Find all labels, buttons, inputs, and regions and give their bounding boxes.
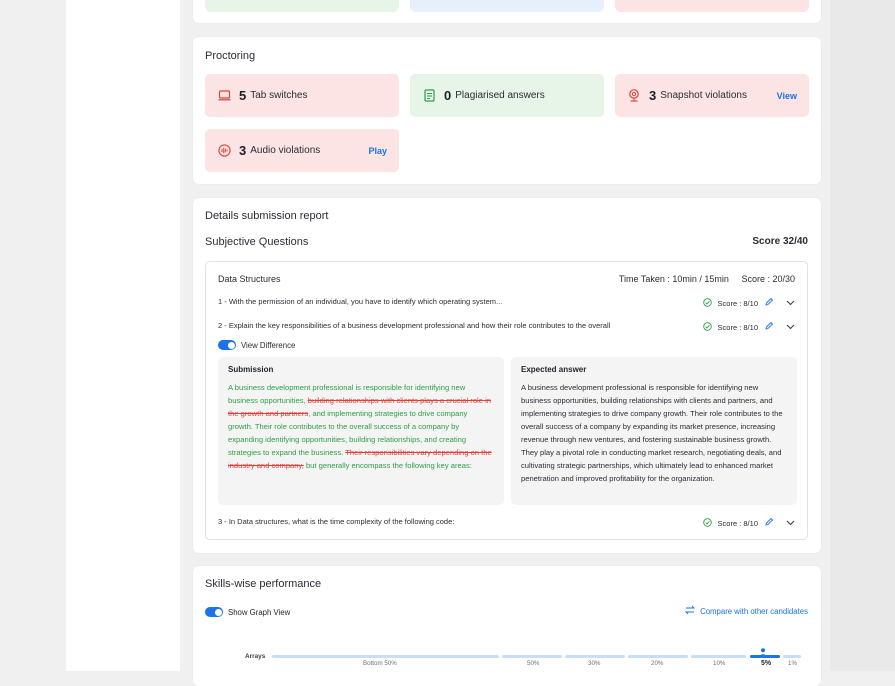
chevron-down-icon[interactable]: [786, 323, 795, 332]
topic-name: Data Structures: [218, 274, 281, 284]
skill-row-label: Arrays: [245, 653, 266, 660]
topic-panel: Data Structures Time Taken : 10min / 15m…: [205, 261, 808, 540]
laptop-icon: [217, 89, 231, 103]
expected-answer-box: Expected answer A business development p…: [511, 357, 797, 505]
proctoring-title: Proctoring: [205, 50, 256, 62]
view-difference-row: View Difference: [218, 340, 795, 350]
tab-switches-label: Tab switches: [250, 90, 308, 101]
chevron-down-icon[interactable]: [786, 299, 795, 308]
skills-title: Skills-wise performance: [205, 578, 322, 590]
proctoring-card: Proctoring 5 Tab switches 0 Plagiarised …: [193, 37, 821, 184]
graph-view-label: Show Graph View: [228, 607, 291, 617]
compare-label: Compare with other candidates: [700, 606, 808, 616]
question-text: 1 - With the permission of an individual…: [218, 297, 503, 306]
tick-label: 50%: [527, 660, 540, 667]
question-text: 3 - In Data structures, what is the time…: [218, 517, 455, 526]
tick-label: 10%: [713, 660, 726, 667]
graph-view-row: Show Graph View: [205, 607, 290, 617]
question-score: Score : 8/10: [717, 298, 758, 308]
submission-title: Submission: [228, 365, 274, 374]
check-circle-icon: [702, 297, 712, 309]
webcam-icon: [627, 89, 641, 103]
document-icon: [422, 89, 436, 103]
summary-tile-green: [205, 0, 399, 12]
bar-segment: [628, 655, 688, 658]
view-difference-label: View Difference: [241, 340, 296, 350]
swap-arrows-icon: [684, 605, 696, 617]
snapshot-tile: 3 Snapshot violations View: [615, 74, 809, 117]
expected-title: Expected answer: [521, 365, 587, 374]
subjective-score: Score 32/40: [752, 236, 808, 247]
details-title: Details submission report: [205, 210, 329, 222]
plagiarised-count: 0: [444, 88, 452, 103]
subjective-section-title: Subjective Questions: [205, 236, 309, 248]
bar-segment: [272, 655, 499, 658]
snapshot-label: Snapshot violations: [660, 90, 747, 101]
edit-pencil-icon[interactable]: [764, 297, 774, 309]
check-circle-icon: [702, 517, 712, 529]
question-row[interactable]: 3 - In Data structures, what is the time…: [218, 517, 795, 529]
tick-label: 20%: [651, 660, 664, 667]
submission-box: Submission A business development profes…: [218, 357, 504, 505]
summary-tile-blue: [410, 0, 604, 12]
compare-candidates-link[interactable]: Compare with other candidates: [684, 605, 808, 617]
summary-tile-red: [615, 0, 809, 12]
skills-card: Skills-wise performance Show Graph View …: [193, 566, 821, 686]
left-sidebar: [66, 0, 180, 671]
audio-violations-tile: 3 Audio violations Play: [205, 129, 399, 172]
expected-text: A business development professional is r…: [521, 383, 783, 483]
view-snapshots-link[interactable]: View: [777, 91, 797, 101]
snapshot-count: 3: [649, 88, 657, 103]
plagiarised-label: Plagiarised answers: [455, 90, 545, 101]
tab-switches-tile: 5 Tab switches: [205, 74, 399, 117]
tick-label: Bottom 50%: [363, 660, 397, 667]
right-gutter: [830, 0, 895, 671]
view-difference-toggle[interactable]: [218, 340, 236, 350]
tab-switches-count: 5: [239, 88, 247, 103]
question-text: 2 - Explain the key responsibilities of …: [218, 321, 611, 330]
plagiarised-tile: 0 Plagiarised answers: [410, 74, 604, 117]
question-row[interactable]: 1 - With the permission of an individual…: [218, 297, 795, 309]
tick-label: 1%: [788, 660, 797, 667]
submission-text: A business development professional is r…: [228, 381, 494, 472]
chevron-down-icon[interactable]: [786, 519, 795, 528]
bar-segment: [783, 655, 801, 658]
topic-score: Score : 20/30: [741, 274, 795, 284]
bar-segment: [691, 655, 746, 658]
topic-header: Data Structures Time Taken : 10min / 15m…: [218, 274, 795, 284]
diff-insert: but generally encompass the following ke…: [303, 461, 472, 470]
audio-count: 3: [239, 143, 247, 158]
question-score: Score : 8/10: [717, 322, 758, 332]
play-audio-link[interactable]: Play: [368, 146, 387, 156]
details-report-card: Details submission report Subjective Que…: [193, 198, 821, 553]
bar-segment: [565, 655, 625, 658]
tick-label-marker: 5%: [761, 660, 772, 667]
check-circle-icon: [702, 321, 712, 333]
question-score: Score : 8/10: [717, 518, 758, 528]
tick-label: 30%: [588, 660, 601, 667]
edit-pencil-icon[interactable]: [764, 517, 774, 529]
edit-pencil-icon[interactable]: [764, 321, 774, 333]
audio-label: Audio violations: [250, 145, 321, 156]
graph-view-toggle[interactable]: [205, 607, 223, 617]
topic-time-taken: Time Taken : 10min / 15min: [618, 274, 729, 284]
summary-card: [193, 0, 821, 23]
question-row[interactable]: 2 - Explain the key responsibilities of …: [218, 321, 795, 333]
audio-wave-icon: [217, 144, 231, 158]
bar-segment: [502, 655, 562, 658]
